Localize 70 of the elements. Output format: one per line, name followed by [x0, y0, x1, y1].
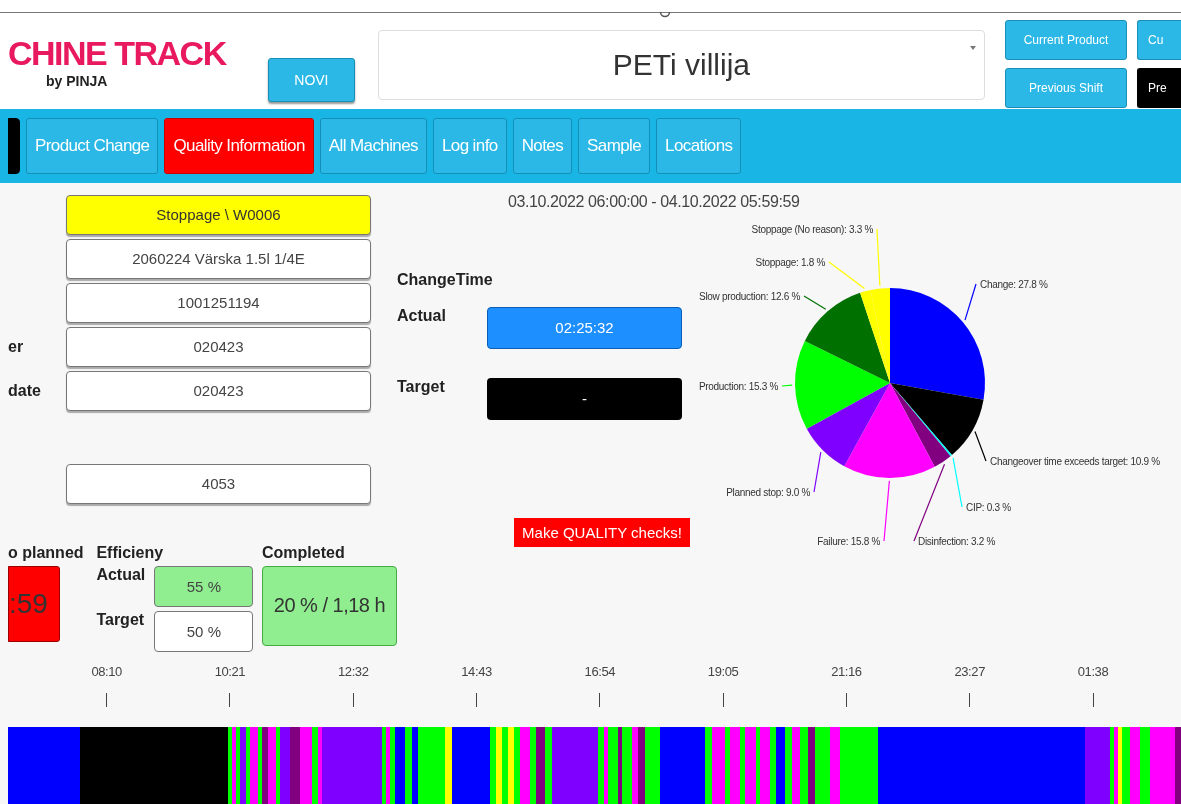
time-tick-label: 01:38 [1077, 663, 1109, 679]
planned-label: o planned [8, 543, 84, 562]
header-button[interactable]: Previous Shift [1005, 67, 1127, 108]
header-button[interactable]: Pre [1137, 67, 1181, 108]
ring-icon [659, 12, 671, 20]
value-field: 4053 [66, 463, 371, 504]
leader-line [781, 384, 793, 387]
leader-line [883, 479, 890, 542]
efficiency-title: Efficieny [96, 543, 164, 562]
tab[interactable]: Notes [512, 118, 573, 175]
slice-label: Planned stop: 9.0 % [726, 486, 810, 498]
time-tick-label: 19:05 [707, 663, 739, 679]
actual-label: Actual [397, 306, 447, 325]
slice-label: CIP: 0.3 % [966, 501, 1011, 513]
tab[interactable]: Product Change [26, 118, 159, 175]
value-field: Stoppage \ W0006 [66, 194, 371, 235]
value-field: 1001251194 [66, 282, 371, 323]
new-button[interactable]: NOVI [268, 57, 355, 102]
header-button[interactable]: Cu [1137, 19, 1181, 60]
logo-text: CHINE TRACK [8, 32, 226, 73]
period-text: 03.10.2022 06:00:00 - 04.10.2022 05:59:59 [508, 192, 800, 210]
value-field: 2060224 Värska 1.5l 1/4E [66, 238, 371, 279]
time-tick-label: 12:32 [337, 663, 369, 679]
planned-value: :59 [8, 565, 60, 642]
field-label: er [8, 337, 24, 355]
time-tick-label: 16:54 [584, 663, 616, 679]
slice-label: Production: 15.3 % [698, 380, 778, 392]
tab[interactable]: Quality Information [164, 118, 314, 175]
actual-time-field: 02:25:32 [487, 306, 682, 349]
completed-value: 20 % / 1,18 h [262, 565, 397, 646]
value-field: 020423 [66, 326, 371, 367]
completed-title: Completed [262, 543, 345, 562]
target-label: Target [397, 377, 446, 396]
product-dropdown[interactable]: PETi villija [377, 29, 985, 100]
slice-label: Disinfection: 3.2 % [918, 535, 996, 547]
tab[interactable]: Locations [656, 118, 742, 175]
leader-line [828, 261, 866, 289]
time-tick-label: 08:10 [91, 663, 122, 679]
tab[interactable]: Log info [432, 118, 507, 175]
slice-label: Changeover time exceeds target: 10.9 % [990, 455, 1160, 467]
time-tick-label: 21:16 [831, 663, 862, 679]
leader-line [964, 283, 977, 321]
leader-line [974, 430, 987, 462]
leader-line [876, 228, 881, 286]
leader-line [813, 451, 822, 493]
leader-line [803, 295, 827, 310]
target-label: Target [96, 610, 146, 629]
time-tick-label: 10:21 [214, 663, 246, 679]
leader-line [952, 456, 963, 508]
field-label: date [8, 381, 41, 399]
change-time-title: ChangeTime [397, 270, 493, 289]
slice-label: Change: 27.8 % [980, 278, 1048, 290]
slice-label: Slow production: 12.6 % [699, 290, 800, 302]
time-tick-label: 14:43 [461, 663, 492, 679]
tab[interactable] [8, 118, 20, 175]
tab[interactable]: Sample [578, 118, 651, 175]
slice-label: Stoppage (No reason): 3.3 % [751, 223, 873, 235]
time-tick-label: 23:27 [954, 663, 985, 679]
alert-banner: Make QUALITY checks! [514, 517, 690, 547]
actual-efficiency-field: 55 % [154, 565, 254, 607]
tab[interactable]: All Machines [319, 118, 427, 175]
header-button[interactable]: Current Product [1005, 19, 1127, 60]
logo-subtitle: by PINJA [46, 72, 108, 89]
slice-label: Failure: 15.8 % [817, 535, 880, 547]
caret-icon [970, 45, 976, 50]
slice-label: Stoppage: 1.8 % [755, 256, 825, 268]
actual-label: Actual [96, 565, 147, 584]
target-efficiency-field: 50 % [154, 610, 254, 652]
target-time-field: - [487, 377, 682, 420]
value-field: 020423 [66, 370, 371, 411]
